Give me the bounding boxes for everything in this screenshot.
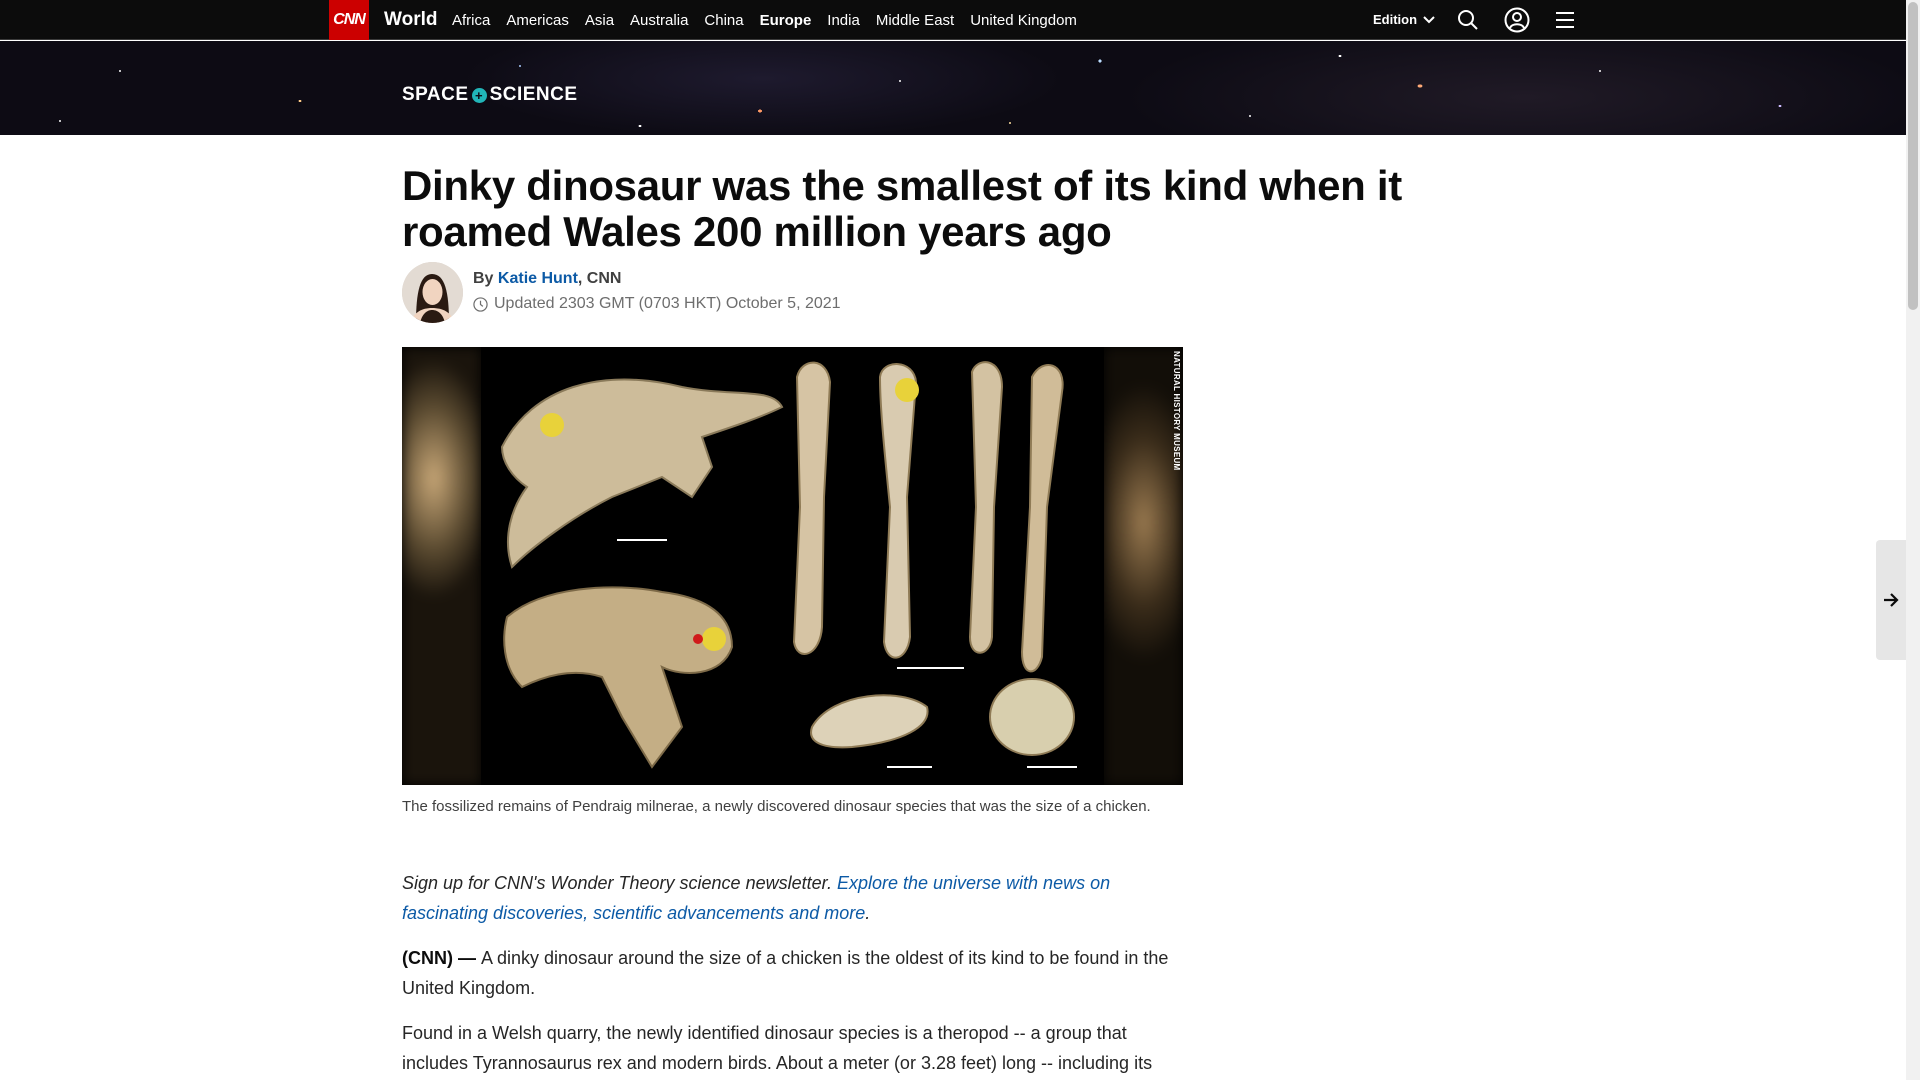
article-timestamp: Updated 2303 GMT (0703 HKT) October 5, 2… (473, 295, 841, 313)
nav-link-india[interactable]: India (827, 12, 860, 29)
clock-icon (473, 296, 488, 312)
signup-text: Sign up for CNN's Wonder Theory science … (402, 873, 837, 893)
nav-link-africa[interactable]: Africa (452, 12, 490, 29)
byline-prefix: By (473, 270, 494, 287)
dateline: (CNN) — (402, 948, 481, 968)
plus-icon: + (471, 87, 487, 103)
photo-credit: NATURAL HISTORY MUSEUM (1172, 351, 1181, 471)
section-title-world[interactable]: World (384, 9, 437, 31)
chevron-down-icon (1423, 15, 1435, 23)
nav-link-united-kingdom[interactable]: United Kingdom (970, 12, 1077, 29)
article-headline: Dinky dinosaur was the smallest of its k… (402, 162, 1402, 255)
lead-paragraph: (CNN) — A dinky dinosaur around the size… (402, 943, 1192, 1003)
byline: By Katie Hunt, CNN (473, 270, 621, 288)
author-avatar[interactable] (402, 262, 463, 323)
body-paragraph: Found in a Welsh quarry, the newly ident… (402, 1023, 1153, 1073)
lead-text: A dinky dinosaur around the size of a ch… (402, 948, 1169, 998)
newsletter-signup-paragraph: Sign up for CNN's Wonder Theory science … (402, 868, 1192, 928)
edition-label: Edition (1373, 12, 1418, 27)
author-portrait (402, 262, 463, 323)
photo-caption: The fossilized remains of Pendraig milne… (402, 798, 1151, 815)
byline-outlet: , CNN (577, 270, 622, 287)
account-icon[interactable] (1504, 7, 1530, 33)
fossil-image (481, 347, 1104, 785)
cnn-logo[interactable]: CNN (329, 0, 369, 40)
region-nav: Africa Americas Asia Australia China Eur… (452, 12, 1093, 29)
nav-link-middle-east[interactable]: Middle East (876, 12, 954, 29)
search-icon[interactable] (1456, 8, 1480, 32)
nav-link-asia[interactable]: Asia (585, 12, 614, 29)
menu-icon[interactable] (1553, 8, 1577, 32)
space-science-logo[interactable]: SPACE + SCIENCE (402, 84, 578, 106)
signup-end: . (865, 903, 871, 923)
nav-link-americas[interactable]: Americas (506, 12, 569, 29)
section-banner: SPACE + SCIENCE (0, 41, 1906, 135)
top-navigation: CNN World Africa Americas Asia Australia… (0, 0, 1906, 40)
arrow-right-icon (1884, 593, 1899, 607)
science-logo-text: SCIENCE (489, 84, 578, 105)
nav-link-europe[interactable]: Europe (760, 12, 812, 29)
nav-link-china[interactable]: China (704, 12, 743, 29)
nav-link-australia[interactable]: Australia (630, 12, 688, 29)
next-article-button[interactable] (1876, 540, 1906, 660)
timestamp-text: Updated 2303 GMT (0703 HKT) October 5, 2… (494, 295, 841, 312)
edition-dropdown[interactable]: Edition (1373, 12, 1435, 27)
author-link[interactable]: Katie Hunt (498, 270, 578, 287)
lead-photo[interactable]: NATURAL HISTORY MUSEUM (402, 347, 1183, 785)
space-logo-text: SPACE (402, 84, 469, 105)
scrollbar-thumb[interactable] (1908, 2, 1918, 310)
